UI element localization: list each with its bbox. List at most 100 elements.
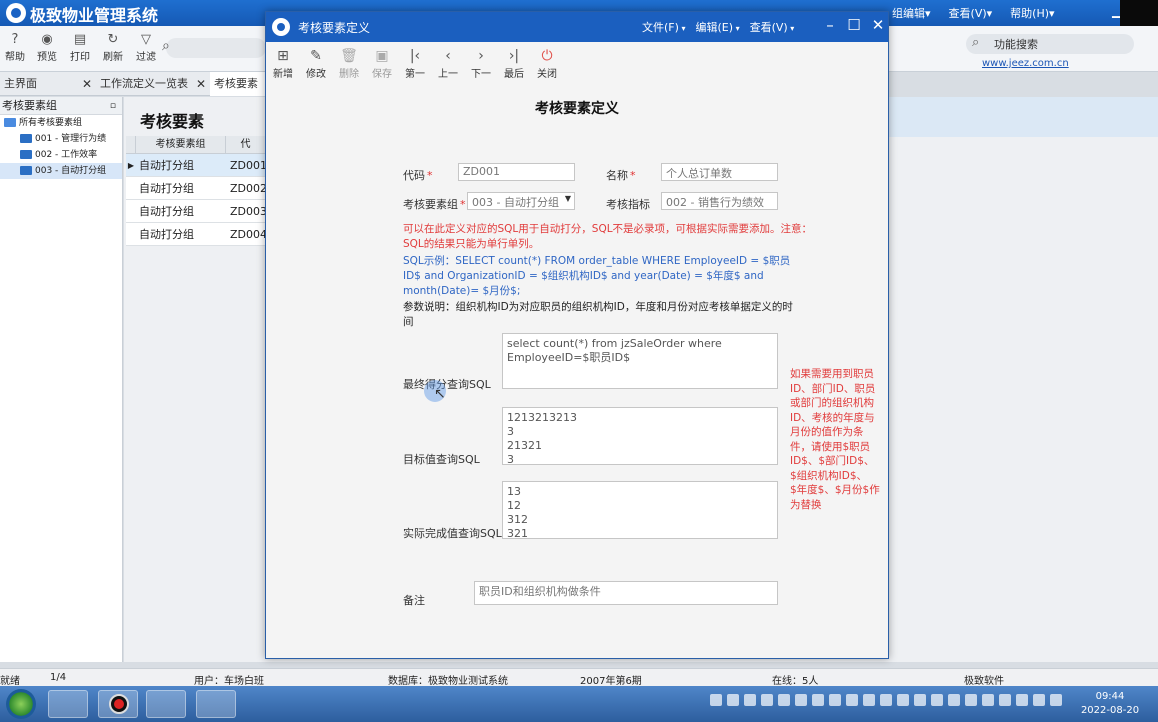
edit-button[interactable]: ✎ 修改 [300,48,332,80]
taskbar-document-icon[interactable] [196,690,236,718]
tray-icon[interactable] [829,694,841,706]
site-link[interactable]: www.jeez.com.cn [982,58,1069,69]
first-button[interactable]: |‹ 第一 [399,48,431,80]
grid-header-code[interactable]: 代 [226,136,266,153]
target-sql-input[interactable]: 1213213213 3 21321 3 [502,407,778,465]
menu-help[interactable]: 帮助(H)▾ [1010,5,1054,21]
tray-icon[interactable] [914,694,926,706]
tray-icon[interactable] [897,694,909,706]
tray-icon[interactable] [965,694,977,706]
tray-icon[interactable] [846,694,858,706]
last-icon: ›| [508,48,520,64]
tray-icon[interactable] [931,694,943,706]
app-logo-icon [6,3,26,23]
status-bar: 就绪 1/4 用户：车场白班 数据库：极致物业测试系统 2007年第6期 在线：… [0,668,1158,687]
next-button[interactable]: › 下一 [465,48,497,80]
folder-icon [20,150,32,159]
maximize-icon[interactable]: ☐ [846,16,862,34]
tab-main[interactable]: 主界面 ✕ [0,72,96,96]
dropdown-arrow-icon[interactable]: ▼ [565,194,571,203]
remark-field[interactable]: 职员ID和组织机构做条件 [474,581,778,605]
tab-assessment[interactable]: 考核要素 [210,72,266,96]
name-field[interactable]: 个人总订单数 [661,163,778,181]
tree-item-all[interactable]: 所有考核要素组 [0,115,122,131]
tray-icon[interactable] [1033,694,1045,706]
help-button[interactable]: ? 帮助 [0,32,30,63]
status-online: 在线：5人 [772,676,819,687]
tray-icon[interactable] [778,694,790,706]
new-button[interactable]: ⊞ 新增 [267,48,299,80]
close-icon[interactable]: ✕ [196,72,206,96]
tray-icon[interactable] [863,694,875,706]
table-row[interactable]: ▶ 自动打分组 ZD001 [126,154,267,177]
minimize-icon[interactable]: – [822,16,838,34]
tray-icon[interactable] [761,694,773,706]
content-title: 考核要素 [140,112,205,131]
tray-icon[interactable] [948,694,960,706]
sql-example-note: SQL示例：SELECT count(*) FROM order_table W… [403,255,791,297]
tray-icon[interactable] [1050,694,1062,706]
menu-file[interactable]: 文件(F) [642,19,685,35]
tray-icon[interactable] [999,694,1011,706]
save-icon: ▣ [375,48,389,64]
record-icon [109,694,129,714]
taskbar-folder-icon[interactable] [146,690,186,718]
menu-group-edit[interactable]: 组编辑▾ [892,5,931,21]
close-icon[interactable]: ✕ [82,72,92,96]
first-icon: |‹ [409,48,421,64]
menu-view[interactable]: 查看(V)▾ [949,5,993,21]
save-button[interactable]: ▣ 保存 [366,48,398,80]
tree-item-001[interactable]: 001 - 管理行为绩 [0,131,122,147]
tray-icon[interactable] [795,694,807,706]
remark-label: 备注 [403,594,425,607]
taskbar-clock[interactable]: 09:44 2022-08-20 [1080,690,1140,718]
edit-icon: ✎ [310,48,322,64]
dialog-window-controls: – ☐ ✕ [822,16,886,34]
taskbar-recorder-icon[interactable] [98,690,138,718]
function-search-input[interactable]: ⌕ 功能搜索 [966,34,1134,54]
toolbar-search-input[interactable]: ⌕ [162,38,266,58]
start-button[interactable] [6,689,36,719]
indicator-field[interactable]: 002 - 销售行为绩效 [661,192,778,210]
table-row[interactable]: 自动打分组 ZD002 [126,177,267,200]
final-score-sql-input[interactable]: select count(*) from jzSaleOrder where E… [502,333,778,389]
status-user: 用户：车场白班 [194,676,264,687]
filter-button[interactable]: ▽ 过滤 [131,32,161,63]
required-mark: * [427,169,433,182]
grid-header-group[interactable]: 考核要素组 [136,136,226,153]
close-icon[interactable]: ✕ [870,16,886,34]
tray-icon[interactable] [982,694,994,706]
print-button[interactable]: ▤ 打印 [65,32,95,63]
last-button[interactable]: ›| 最后 [498,48,530,80]
mouse-cursor-icon: ↖ [434,386,446,402]
code-field[interactable]: ZD001 [458,163,575,181]
ime-icon[interactable] [710,694,722,706]
tab-workflow[interactable]: 工作流定义一览表 ✕ [96,72,210,96]
preview-button[interactable]: ◉ 预览 [32,32,62,63]
function-search-placeholder: 功能搜索 [994,38,1038,51]
tree-item-002[interactable]: 002 - 工作效率 [0,147,122,163]
table-row[interactable]: 自动打分组 ZD004 [126,223,267,246]
taskbar-app-icon[interactable] [48,690,88,718]
tray-icon[interactable] [744,694,756,706]
tray-icon[interactable] [812,694,824,706]
prev-button[interactable]: ‹ 上一 [432,48,464,80]
group-select[interactable]: 003 - 自动打分组 ▼ [467,192,575,210]
tray-icon[interactable] [727,694,739,706]
refresh-button[interactable]: ↻ 刷新 [98,32,128,63]
table-row[interactable]: 自动打分组 ZD003 [126,200,267,223]
delete-icon: 🗑 [340,48,358,64]
actual-sql-input[interactable]: 13 12 312 321 [502,481,778,539]
menu-view[interactable]: 查看(V) [750,19,795,35]
pin-icon[interactable]: ▫ [110,97,116,115]
name-label: 名称 * [606,169,636,182]
tray-icon[interactable] [880,694,892,706]
tray-icon[interactable] [1016,694,1028,706]
menu-edit[interactable]: 编辑(E) [695,19,739,35]
element-grid: 考核要素组 代 ▶ 自动打分组 ZD001 自动打分组 ZD002 自动打分组 … [126,136,267,246]
tree-item-003[interactable]: 003 - 自动打分组 [0,163,122,179]
close-button[interactable]: ⏻ 关闭 [531,48,563,80]
dialog-titlebar[interactable]: 考核要素定义 文件(F) 编辑(E) 查看(V) – ☐ ✕ [266,12,888,42]
delete-button[interactable]: 🗑 删除 [333,48,365,80]
refresh-icon: ↻ [107,32,119,47]
